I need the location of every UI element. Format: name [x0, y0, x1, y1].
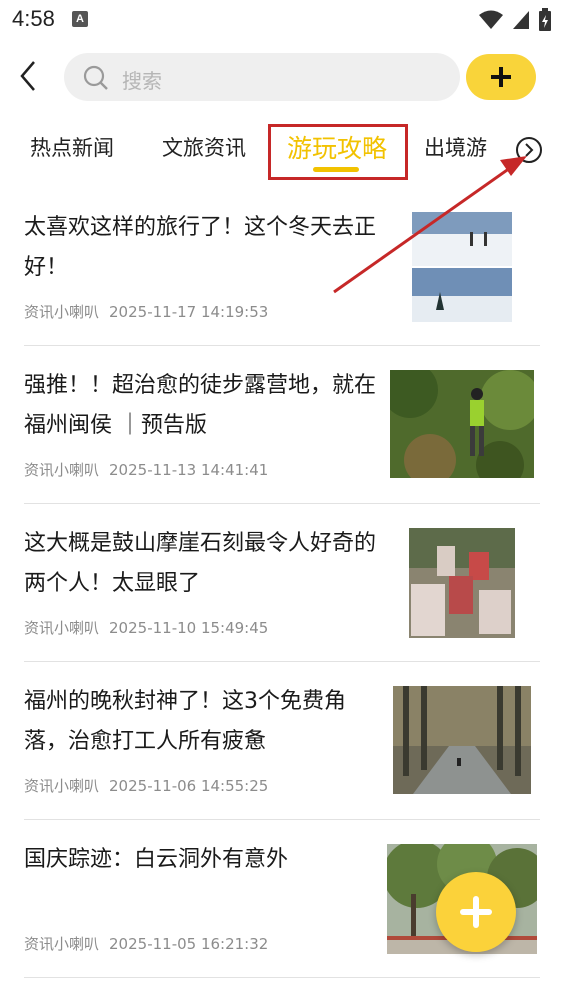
search-icon: [83, 65, 108, 90]
article-title: 这大概是鼓山摩崖石刻最令人好奇的两个人！太显眼了: [24, 531, 377, 596]
more-tabs-button[interactable]: [516, 137, 542, 163]
status-icons: [478, 8, 552, 32]
article-item[interactable]: 福州的晚秋封神了！这3个免费角落，治愈打工人所有疲惫 资讯小喇叭 2025-11-…: [0, 662, 564, 820]
battery-icon: [539, 8, 551, 31]
tab-outbound-travel[interactable]: 出境游: [424, 132, 487, 162]
article-source: 资讯小喇叭: [24, 461, 100, 479]
notification-icon: A: [72, 11, 88, 27]
article-source: 资讯小喇叭: [24, 619, 100, 637]
wifi-icon: [479, 10, 503, 29]
article-title: 强推！！超治愈的徒步露营地，就在福州闽侯 ｜预告版: [24, 373, 377, 438]
article-source: 资讯小喇叭: [24, 777, 100, 795]
article-item[interactable]: 太喜欢这样的旅行了！这个冬天去正好！ 资讯小喇叭 2025-11-17 14:19…: [0, 188, 564, 346]
category-tabs: 热点新闻 文旅资讯 游玩攻略 出境游: [0, 118, 564, 182]
article-title: 国庆踪迹：白云洞外有意外: [24, 847, 289, 872]
article-title: 太喜欢这样的旅行了！这个冬天去正好！: [24, 215, 377, 280]
article-thumbnail: [393, 686, 531, 794]
article-time: 2025-11-17 14:19:53: [109, 303, 269, 321]
article-meta: 资讯小喇叭 2025-11-13 14:41:41: [24, 459, 268, 480]
article-item[interactable]: 强推！！超治愈的徒步露营地，就在福州闽侯 ｜预告版 资讯小喇叭 2025-11-1…: [0, 346, 564, 504]
article-thumbnail: [390, 370, 534, 478]
article-source: 资讯小喇叭: [24, 303, 100, 321]
tab-culture-tourism[interactable]: 文旅资讯: [162, 132, 246, 162]
search-placeholder: 搜索: [122, 69, 162, 93]
plus-icon: [460, 896, 492, 928]
status-time: 4:58: [12, 6, 55, 31]
article-meta: 资讯小喇叭 2025-11-17 14:19:53: [24, 301, 268, 322]
article-meta: 资讯小喇叭 2025-11-10 15:49:45: [24, 617, 268, 638]
article-source: 资讯小喇叭: [24, 935, 100, 953]
search-input[interactable]: 搜索: [64, 53, 460, 101]
back-button[interactable]: [10, 56, 46, 96]
divider: [24, 977, 540, 978]
cell-signal-icon: [513, 11, 529, 29]
article-meta: 资讯小喇叭 2025-11-05 16:21:32: [24, 933, 268, 954]
article-title: 福州的晚秋封神了！这3个免费角落，治愈打工人所有疲惫: [24, 689, 346, 754]
plus-icon: [491, 67, 511, 87]
tab-hot-news[interactable]: 热点新闻: [30, 132, 114, 162]
article-item[interactable]: 这大概是鼓山摩崖石刻最令人好奇的两个人！太显眼了 资讯小喇叭 2025-11-10…: [0, 504, 564, 662]
floating-add-button[interactable]: [436, 872, 516, 952]
article-time: 2025-11-13 14:41:41: [109, 461, 269, 479]
article-thumbnail: [409, 528, 515, 638]
article-time: 2025-11-10 15:49:45: [109, 619, 269, 637]
article-meta: 资讯小喇叭 2025-11-06 14:55:25: [24, 775, 268, 796]
status-bar: 4:58 A: [0, 0, 564, 40]
article-time: 2025-11-06 14:55:25: [109, 777, 269, 795]
article-thumbnail: [412, 212, 512, 322]
article-time: 2025-11-05 16:21:32: [109, 935, 269, 953]
tab-travel-guides[interactable]: 游玩攻略: [287, 129, 387, 165]
active-tab-indicator: [313, 167, 359, 172]
chevron-left-icon: [20, 61, 35, 91]
chevron-right-icon: [525, 143, 534, 157]
add-button[interactable]: [466, 54, 536, 100]
